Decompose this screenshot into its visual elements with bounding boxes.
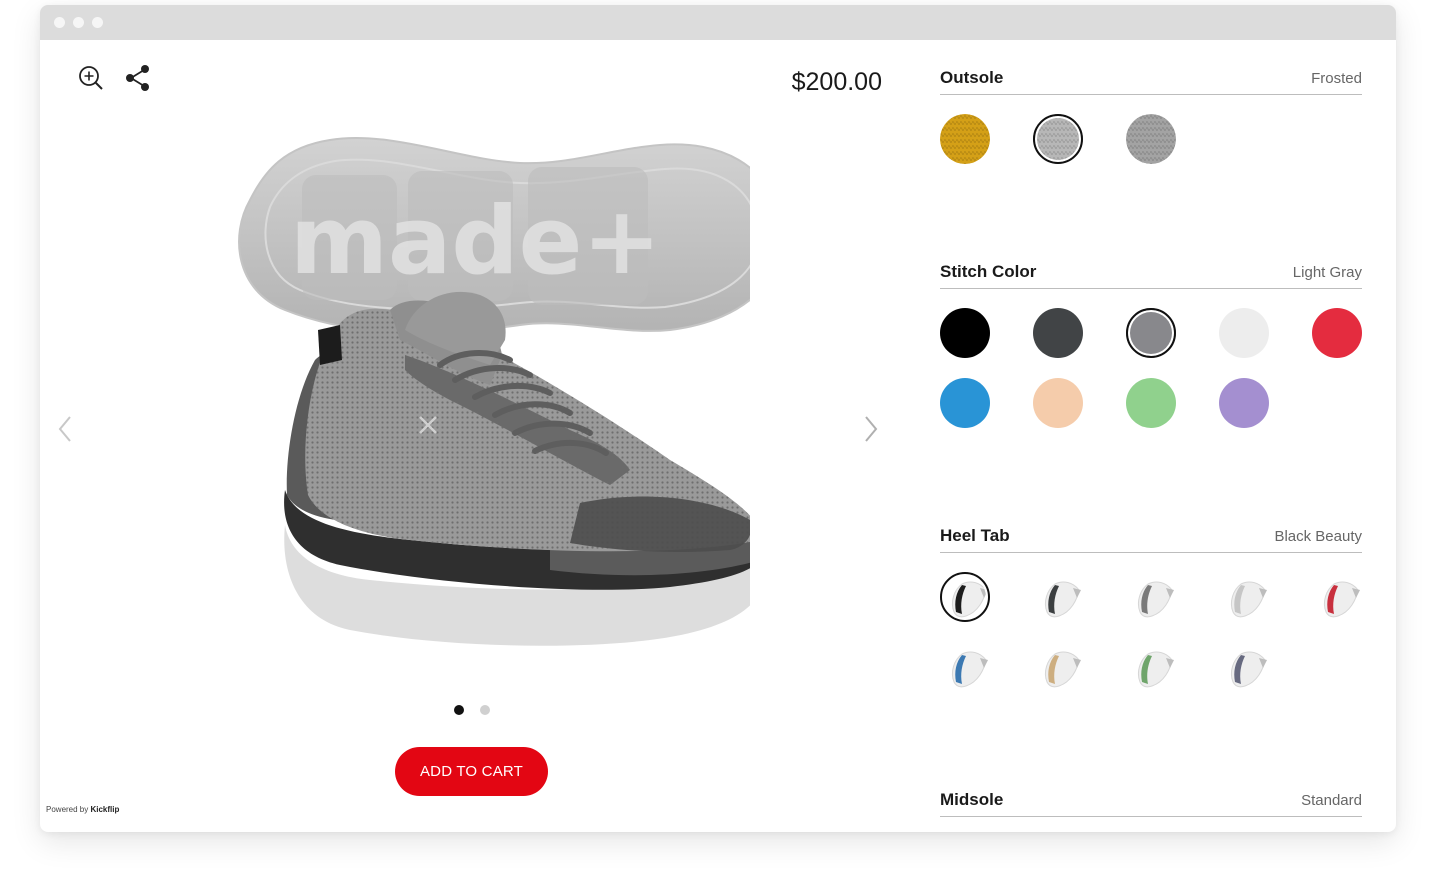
selected-swatch-ring (1126, 308, 1176, 358)
outsole-swatch[interactable] (1126, 114, 1176, 164)
kickflip-link[interactable]: Kickflip (90, 805, 119, 814)
carousel-dot-1[interactable] (454, 705, 464, 715)
option-outsole-header[interactable]: Outsole Frosted (940, 60, 1362, 95)
option-midsole: Midsole Standard (940, 782, 1362, 822)
option-title: Heel Tab (940, 526, 1010, 545)
stitch-color-swatch[interactable] (1312, 308, 1362, 358)
heel-tab-swatch[interactable] (940, 642, 990, 692)
selected-swatch-ring (1033, 114, 1083, 164)
window-control-maximize[interactable] (92, 17, 103, 28)
option-selected-value: Black Beauty (1274, 528, 1362, 545)
zoom-in-icon[interactable] (76, 63, 106, 93)
next-arrow-icon[interactable] (860, 413, 880, 445)
option-stitch-color-header[interactable]: Stitch Color Light Gray (940, 254, 1362, 289)
stitch-color-swatch[interactable] (940, 378, 990, 428)
window-titlebar (40, 5, 1396, 40)
stitch-color-swatch[interactable] (1126, 378, 1176, 428)
powered-by-label: Powered by Kickflip (46, 805, 120, 814)
option-midsole-header[interactable]: Midsole Standard (940, 782, 1362, 817)
browser-window: $200.00 made+ ADD TO CART Powered by Kic… (40, 5, 1396, 832)
previous-arrow-icon[interactable] (56, 413, 76, 445)
heel-tab-swatch[interactable] (1126, 642, 1176, 692)
stitch-color-swatch[interactable] (1219, 378, 1269, 428)
heel-tab-swatch[interactable] (1219, 642, 1269, 692)
option-selected-value: Light Gray (1292, 264, 1362, 281)
carousel-indicator (453, 705, 513, 717)
window-control-minimize[interactable] (73, 17, 84, 28)
option-stitch-color: Stitch Color Light Gray (940, 254, 1362, 454)
options-panel: Outsole Frosted Stitch Color Light Gray … (940, 40, 1362, 832)
configurator: $200.00 made+ ADD TO CART Powered by Kic… (40, 40, 1396, 832)
outsole-swatch[interactable] (940, 114, 990, 164)
option-title: Stitch Color (940, 262, 1037, 281)
window-control-close[interactable] (54, 17, 65, 28)
share-icon[interactable] (124, 63, 154, 93)
stitch-color-swatch[interactable] (1033, 308, 1083, 358)
heel-tab-swatch[interactable] (1126, 572, 1176, 622)
carousel-dot-2[interactable] (480, 705, 490, 715)
option-heel-tab: Heel Tab Black Beauty (940, 518, 1362, 718)
option-selected-value: Standard (1301, 792, 1362, 809)
option-heel-tab-header[interactable]: Heel Tab Black Beauty (940, 518, 1362, 553)
option-selected-value: Frosted (1311, 70, 1362, 87)
sole-brand-mark: made+ (290, 187, 661, 296)
selected-swatch-ring (940, 572, 990, 622)
product-price: $200.00 (791, 68, 882, 96)
option-outsole: Outsole Frosted (940, 60, 1362, 190)
heel-tab-swatch[interactable] (1033, 572, 1083, 622)
add-to-cart-button[interactable]: ADD TO CART (395, 747, 548, 796)
option-title: Midsole (940, 790, 1004, 809)
heel-tab-swatch[interactable] (1219, 572, 1269, 622)
option-title: Outsole (940, 68, 1004, 87)
heel-tab-swatch[interactable] (1033, 642, 1083, 692)
stitch-color-swatch[interactable] (1033, 378, 1083, 428)
stitch-color-swatch[interactable] (940, 308, 990, 358)
product-image[interactable]: made+ (190, 125, 783, 685)
stitch-color-swatch[interactable] (1219, 308, 1269, 358)
heel-tab-swatch[interactable] (1312, 572, 1362, 622)
